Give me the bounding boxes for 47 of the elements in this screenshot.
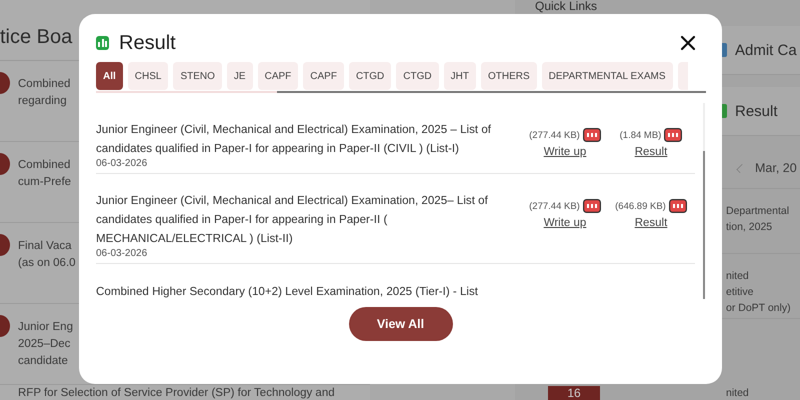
filter-tab[interactable]: CAPF — [258, 62, 298, 90]
filter-tab[interactable]: STENO — [173, 62, 222, 90]
notice-text[interactable]: Final Vaca (as on 06.0 — [18, 238, 76, 272]
filter-tab[interactable]: CTGD — [348, 62, 392, 90]
event-text[interactable]: nited etitive or DoPT only) — [726, 268, 791, 316]
filter-tab[interactable]: JE — [226, 62, 253, 90]
event-text[interactable]: Departmental tion, 2025 — [726, 203, 790, 235]
filter-tab[interactable]: OTHERS — [480, 62, 537, 90]
result-title[interactable]: Junior Engineer (Civil, Mechanical and Electrical) Examination, 2025– List of candidates qualified in Paper-I for appearing in Paper-II ( MECHANICAL/ELECTRICAL ) (List-II) — [96, 191, 516, 248]
pdf-icon — [582, 199, 601, 213]
file-size: (1.84 MB) — [620, 130, 662, 140]
notice-text[interactable]: Junior Eng 2025–Dec candidate — [18, 319, 73, 370]
filter-tab[interactable]: CTGD — [396, 62, 439, 90]
download-link[interactable]: Result — [634, 217, 668, 229]
filter-tab[interactable]: CAPF — [303, 62, 344, 90]
scrollbar[interactable] — [703, 103, 705, 299]
notice-text[interactable]: Combined regarding — [18, 76, 70, 110]
close-button[interactable] — [680, 35, 696, 51]
notice-text[interactable]: Combined cum-Prefe — [18, 157, 72, 191]
result-date: 06-03-2026 — [96, 248, 148, 259]
scrollbar[interactable] — [96, 91, 706, 93]
event-text[interactable]: nited — [726, 386, 749, 400]
file-size: (277.44 KB) — [529, 130, 580, 140]
result-title[interactable]: Junior Engineer (Civil, Mechanical and Electrical) Examination, 2025 – List of candidates qualified in Paper-I for appearing in Paper-II (CIVIL ) (List-I) — [96, 120, 516, 158]
download-link[interactable]: Write up — [544, 146, 586, 158]
pdf-icon — [664, 128, 682, 142]
notice-board-heading: tice Boa — [0, 26, 72, 48]
pdf-icon — [582, 128, 601, 142]
filter-tab[interactable]: DEPARTMENTAL EXAMS — [542, 62, 673, 90]
filter-tab[interactable]: All — [96, 62, 123, 90]
download-link[interactable]: Result — [634, 146, 668, 158]
date-badge: 16 — [548, 386, 600, 400]
quick-links-heading: Quick Links — [535, 0, 598, 13]
quick-link[interactable]: Result — [735, 102, 778, 120]
file-size: (277.44 KB) — [529, 200, 580, 212]
pdf-icon — [668, 199, 687, 213]
dialog-title: Result — [119, 32, 176, 54]
filter-tab[interactable]: JHT — [444, 62, 476, 90]
calendar-month: Mar, 20 — [755, 161, 797, 175]
view-all-button[interactable]: View All — [348, 307, 452, 341]
download-link[interactable]: Write up — [544, 217, 586, 229]
result-date: 06-03-2026 — [96, 158, 148, 169]
file-size: (646.89 KB) — [615, 200, 666, 212]
notice-text[interactable]: RFP for Selection of Service Provider (SP) for Technology and — [18, 387, 335, 400]
quick-link[interactable]: Admit Ca — [735, 42, 797, 58]
result-title[interactable]: Combined Higher Secondary (10+2) Level Examination, 2025 (Tier-I) - List — [96, 282, 516, 299]
filter-tab[interactable]: CHSL — [128, 62, 168, 90]
